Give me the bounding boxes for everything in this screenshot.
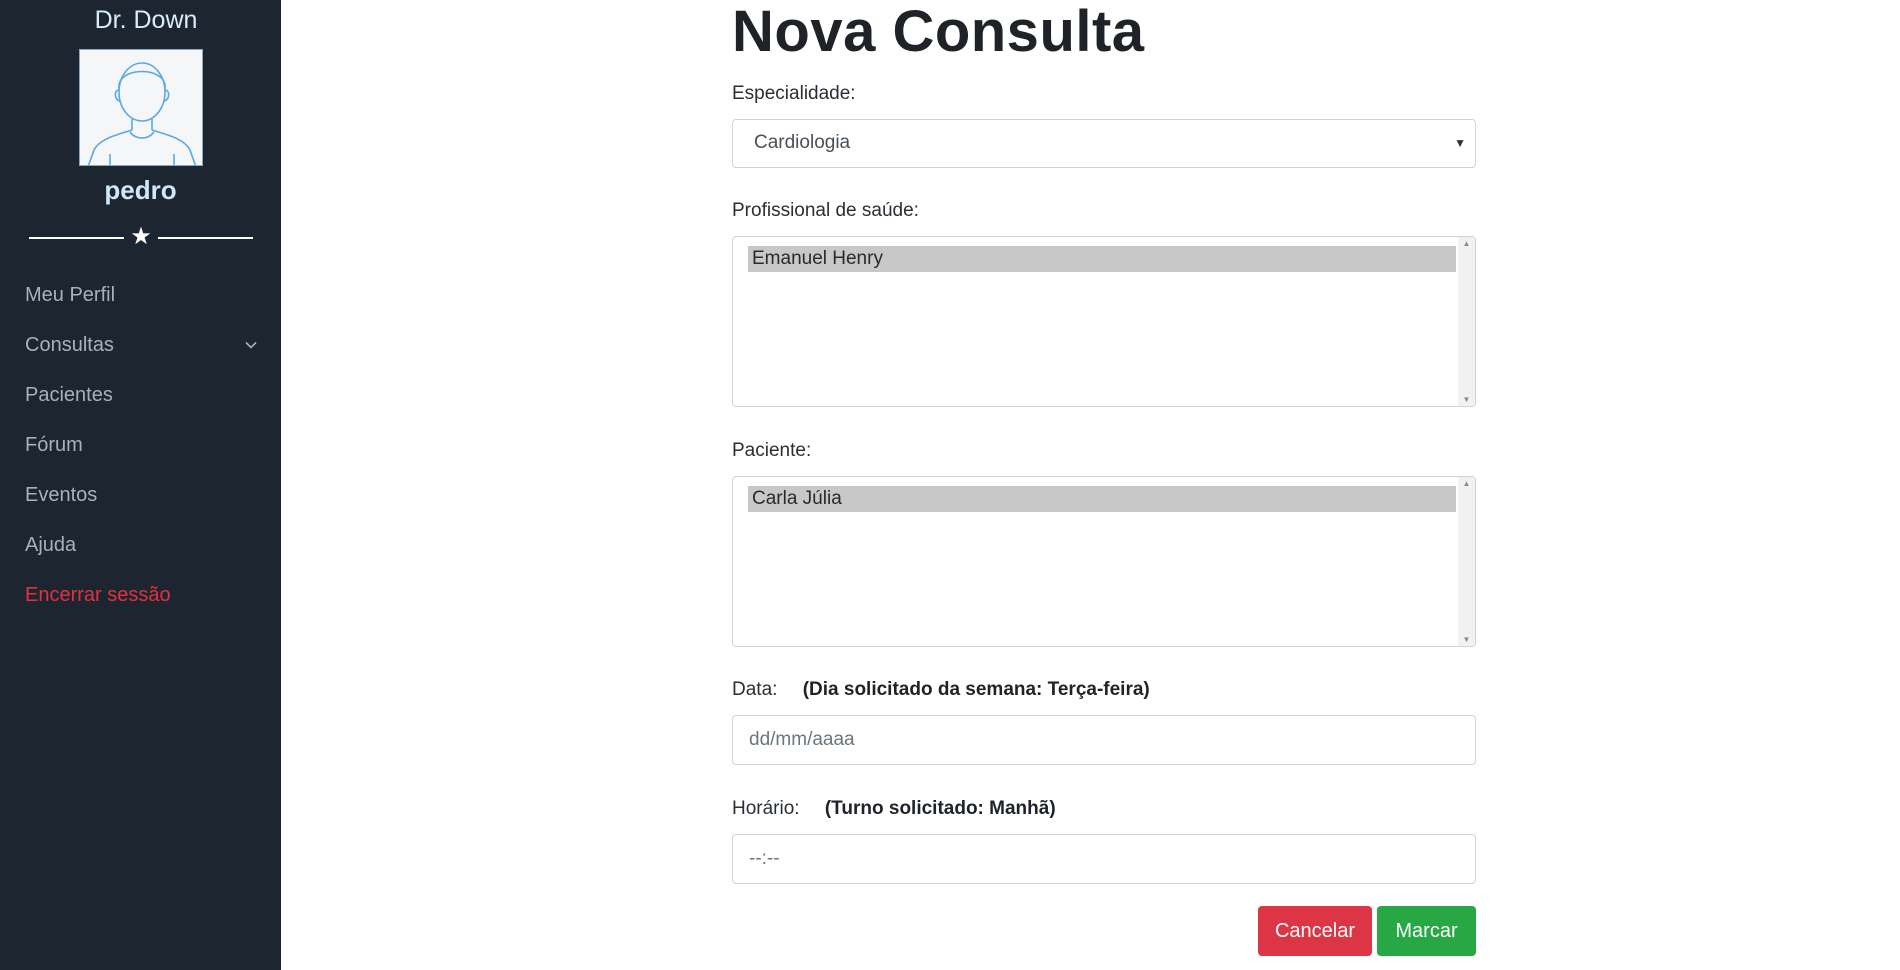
sidebar-item-label: Consultas	[25, 334, 114, 356]
profissional-option[interactable]: Emanuel Henry	[748, 246, 1456, 272]
horario-label-row: Horário: (Turno solicitado: Manhã)	[732, 798, 1056, 820]
horario-input[interactable]	[732, 834, 1476, 884]
data-hint: (Dia solicitado da semana: Terça-feira)	[802, 679, 1150, 700]
sidebar-item-consultas[interactable]: Consultas	[0, 326, 281, 376]
chevron-down-icon	[245, 341, 257, 349]
submit-button[interactable]: Marcar	[1377, 906, 1476, 956]
paciente-scrollbar[interactable]: ▲ ▼	[1458, 477, 1475, 646]
cancel-button[interactable]: Cancelar	[1258, 906, 1372, 956]
profissional-listbox[interactable]: Emanuel Henry ▲ ▼	[732, 236, 1476, 407]
sidebar-divider: ★	[29, 223, 253, 250]
data-label-row: Data: (Dia solicitado da semana: Terça-f…	[732, 679, 1150, 701]
sidebar-item-logout[interactable]: Encerrar sessão	[0, 576, 281, 626]
username: pedro	[104, 175, 177, 205]
paciente-option[interactable]: Carla Júlia	[748, 486, 1456, 512]
paciente-listbox[interactable]: Carla Júlia ▲ ▼	[732, 476, 1476, 647]
page-title: Nova Consulta	[732, 0, 1145, 64]
horario-hint: (Turno solicitado: Manhã)	[824, 798, 1056, 819]
sidebar-item-label: Ajuda	[25, 534, 77, 556]
scroll-down-arrow-icon[interactable]: ▼	[1458, 635, 1475, 644]
scroll-up-arrow-icon[interactable]: ▲	[1458, 239, 1475, 248]
especialidade-label: Especialidade:	[732, 83, 856, 104]
divider-line-left	[29, 237, 124, 239]
sidebar: Dr. Down pedro ★ Meu Perfil Consultas Pa…	[0, 0, 281, 970]
caret-down-icon: ▼	[1454, 136, 1466, 150]
sidebar-item-pacientes[interactable]: Pacientes	[0, 376, 281, 426]
divider-line-right	[158, 237, 253, 239]
avatar[interactable]	[79, 49, 203, 166]
sidebar-item-ajuda[interactable]: Ajuda	[0, 526, 281, 576]
profissional-scrollbar[interactable]: ▲ ▼	[1458, 237, 1475, 406]
profissional-label: Profissional de saúde:	[732, 200, 919, 221]
data-label: Data:	[732, 679, 778, 700]
star-icon: ★	[130, 223, 152, 250]
scroll-up-arrow-icon[interactable]: ▲	[1458, 479, 1475, 488]
sidebar-item-label: Fórum	[25, 434, 83, 456]
sidebar-item-forum[interactable]: Fórum	[0, 426, 281, 476]
sidebar-item-eventos[interactable]: Eventos	[0, 476, 281, 526]
app-brand[interactable]: Dr. Down	[0, 6, 292, 35]
user-avatar-icon	[80, 50, 202, 165]
data-input[interactable]	[732, 715, 1476, 765]
sidebar-item-label: Pacientes	[25, 384, 113, 406]
sidebar-nav: Meu Perfil Consultas Pacientes Fórum Eve…	[0, 276, 281, 626]
especialidade-selected-value: Cardiologia	[754, 132, 851, 153]
paciente-label: Paciente:	[732, 440, 812, 461]
sidebar-item-label: Meu Perfil	[25, 284, 116, 306]
sidebar-item-meu-perfil[interactable]: Meu Perfil	[0, 276, 281, 326]
horario-label: Horário:	[732, 798, 800, 819]
sidebar-item-label: Eventos	[25, 484, 98, 506]
sidebar-item-label: Encerrar sessão	[25, 584, 171, 606]
especialidade-select[interactable]: Cardiologia ▼	[732, 119, 1476, 168]
scroll-down-arrow-icon[interactable]: ▼	[1458, 395, 1475, 404]
